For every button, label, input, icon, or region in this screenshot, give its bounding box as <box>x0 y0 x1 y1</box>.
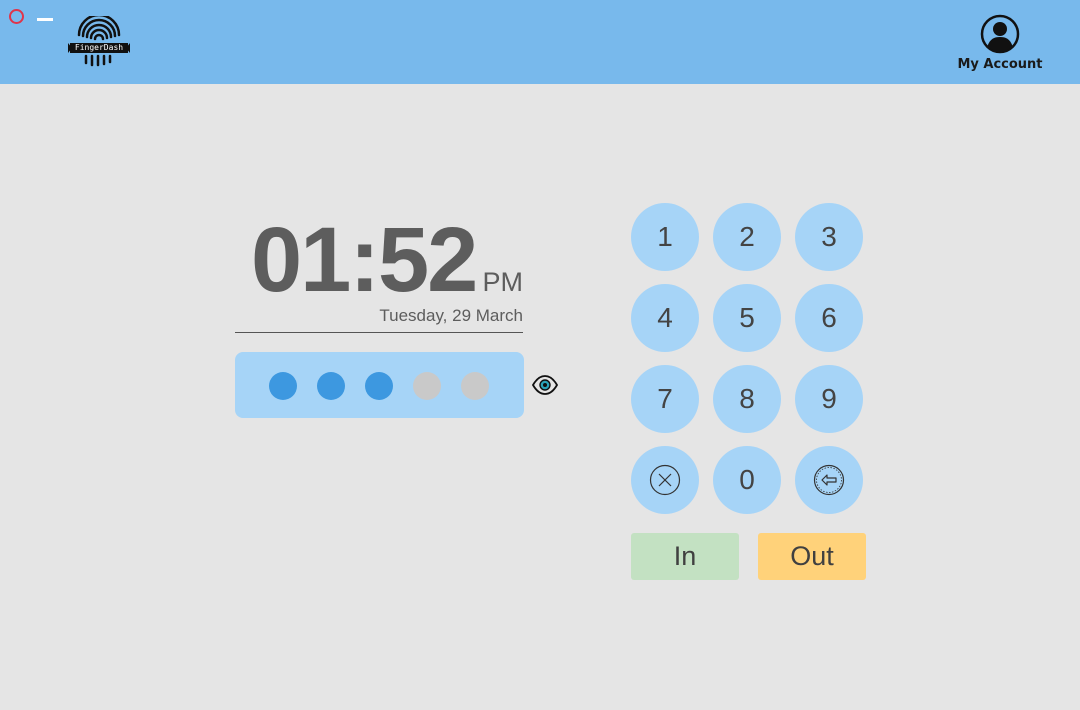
my-account-button[interactable]: My Account <box>950 14 1050 76</box>
clock-out-button[interactable]: Out <box>758 533 866 580</box>
close-icon[interactable] <box>9 9 24 24</box>
key-6[interactable]: 6 <box>795 284 863 352</box>
key-0[interactable]: 0 <box>713 446 781 514</box>
account-label: My Account <box>957 57 1043 72</box>
clock-ampm: PM <box>482 267 524 297</box>
eye-icon[interactable] <box>531 374 559 396</box>
key-9[interactable]: 9 <box>795 365 863 433</box>
app-logo: FingerDash <box>68 16 130 68</box>
header-bar: FingerDash My Account <box>0 0 1080 84</box>
pin-dot <box>461 372 489 400</box>
clear-x-icon <box>649 464 681 496</box>
clear-button[interactable] <box>631 446 699 514</box>
backspace-arrow-icon <box>813 464 845 496</box>
pin-indicator <box>235 352 524 418</box>
clock-date: Tuesday, 29 March <box>379 306 523 325</box>
logo-text: FingerDash <box>74 43 124 52</box>
pin-dot <box>365 372 393 400</box>
pin-dot <box>413 372 441 400</box>
key-5[interactable]: 5 <box>713 284 781 352</box>
pin-dot <box>269 372 297 400</box>
key-4[interactable]: 4 <box>631 284 699 352</box>
user-circle-icon <box>980 14 1020 54</box>
clock-display: 01:52 PM Tuesday, 29 March <box>235 205 523 333</box>
key-2[interactable]: 2 <box>713 203 781 271</box>
key-8[interactable]: 8 <box>713 365 781 433</box>
minimize-icon[interactable] <box>37 18 53 21</box>
clock-time: 01:52 <box>251 209 478 311</box>
clock-in-button[interactable]: In <box>631 533 739 580</box>
pin-dot <box>317 372 345 400</box>
key-1[interactable]: 1 <box>631 203 699 271</box>
backspace-button[interactable] <box>795 446 863 514</box>
key-3[interactable]: 3 <box>795 203 863 271</box>
key-7[interactable]: 7 <box>631 365 699 433</box>
